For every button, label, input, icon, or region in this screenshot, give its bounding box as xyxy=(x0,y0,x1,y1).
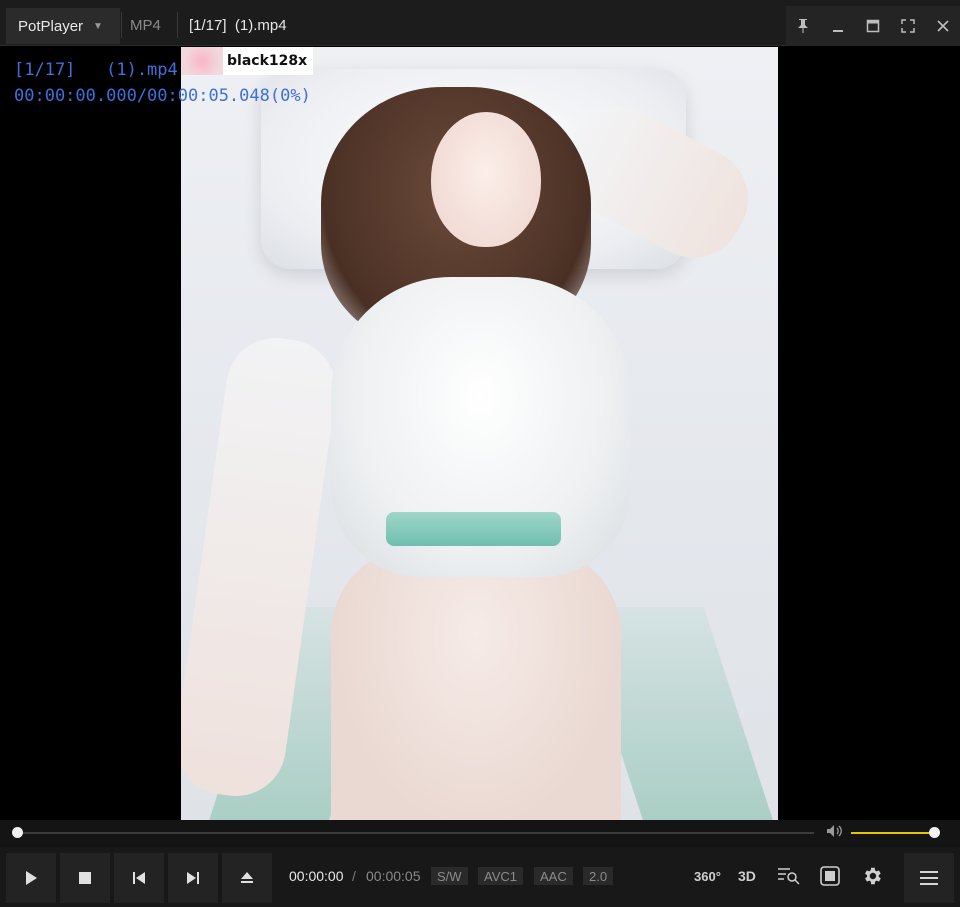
seek-handle[interactable] xyxy=(12,827,23,838)
osd-time-info: 00:00:00.000/00:00:05.048(0%) xyxy=(14,86,311,106)
play-button[interactable] xyxy=(6,853,56,903)
audio-codec-badge[interactable]: AAC xyxy=(534,867,573,885)
seekbar-row xyxy=(0,820,960,847)
video-content-legs xyxy=(331,547,621,820)
audio-channels-badge[interactable]: 2.0 xyxy=(583,867,614,885)
maximize-icon[interactable] xyxy=(859,12,887,40)
control-bar: 00:00:00 / 00:00:05 S/W AVC1 AAC 2.0 360… xyxy=(0,847,960,907)
video-content-face xyxy=(431,112,541,247)
video-frame xyxy=(181,47,778,820)
main-menu-button[interactable] xyxy=(904,853,954,903)
video-content-sash xyxy=(386,512,561,546)
fullscreen-icon[interactable] xyxy=(894,12,922,40)
watermark-text: black128x xyxy=(227,53,308,69)
hamburger-icon xyxy=(920,871,938,885)
watermark-logo: black128x xyxy=(181,47,314,75)
seek-bar[interactable] xyxy=(18,832,814,834)
volume-slider[interactable] xyxy=(851,832,935,834)
video-area[interactable] xyxy=(0,47,960,820)
total-duration[interactable]: 00:00:05 xyxy=(366,868,421,884)
stereo-3d-icon[interactable]: 3D xyxy=(738,861,756,891)
close-icon[interactable] xyxy=(929,12,957,40)
title-bar: PotPlayer ▼ MP4 [1/17] (1).mp4 xyxy=(0,0,960,46)
gear-icon[interactable] xyxy=(861,861,883,891)
window-controls xyxy=(786,6,960,46)
osd-file-info: [1/17] (1).mp4 xyxy=(14,60,178,80)
pin-icon[interactable] xyxy=(789,12,817,40)
eject-button[interactable] xyxy=(222,853,272,903)
sw-decoder-badge[interactable]: S/W xyxy=(431,867,468,885)
watermark-avatar xyxy=(181,47,223,75)
video-codec-badge[interactable]: AVC1 xyxy=(478,867,523,885)
stop-button[interactable] xyxy=(60,853,110,903)
previous-button[interactable] xyxy=(114,853,164,903)
next-button[interactable] xyxy=(168,853,218,903)
time-separator: / xyxy=(352,868,356,884)
minimize-icon[interactable] xyxy=(824,12,852,40)
chevron-down-icon: ▼ xyxy=(93,20,103,32)
capture-icon[interactable] xyxy=(819,861,841,891)
playlist-search-icon[interactable] xyxy=(776,861,802,891)
volume-icon[interactable] xyxy=(826,824,844,841)
vr-360-icon[interactable]: 360° xyxy=(694,861,721,891)
app-name: PotPlayer xyxy=(18,17,84,35)
divider xyxy=(177,12,178,38)
current-time: 00:00:00 xyxy=(289,868,344,884)
volume-slider-fill xyxy=(851,832,935,834)
volume-handle[interactable] xyxy=(929,827,940,838)
divider xyxy=(121,12,122,38)
format-label: MP4 xyxy=(130,17,161,34)
window-title: [1/17] (1).mp4 xyxy=(189,17,287,34)
app-menu-button[interactable]: PotPlayer ▼ xyxy=(6,8,120,44)
